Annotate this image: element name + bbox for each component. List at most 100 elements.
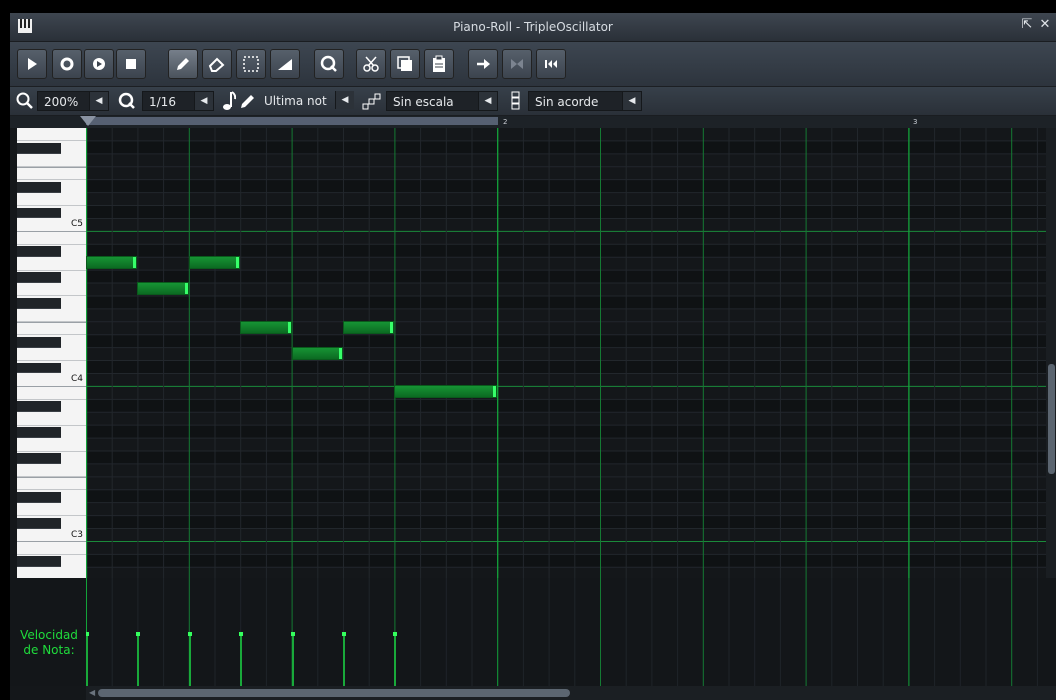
select-mode-button[interactable]	[236, 49, 266, 79]
arrow-right-icon	[477, 59, 490, 69]
quantize-button[interactable]	[314, 49, 344, 79]
black-key[interactable]	[17, 142, 61, 154]
white-key-divider	[17, 515, 86, 517]
black-key-row	[86, 554, 1056, 568]
black-key[interactable]	[17, 453, 61, 464]
velocity-handle[interactable]	[342, 632, 346, 636]
black-key[interactable]	[17, 491, 61, 503]
black-key[interactable]	[17, 517, 61, 529]
note-resize-handle[interactable]	[338, 347, 342, 359]
horizontal-scrollbar[interactable]: ◀	[86, 686, 1056, 700]
close-icon[interactable]: ✕	[1038, 17, 1052, 32]
white-key-divider	[17, 489, 86, 491]
velocity-handle[interactable]	[290, 632, 295, 636]
note[interactable]	[137, 282, 189, 296]
velocity-bar[interactable]	[343, 634, 345, 686]
scale-select[interactable]: Sin escala ◀	[386, 91, 498, 111]
black-key[interactable]	[17, 297, 61, 309]
chevron-left-icon: ◀	[478, 92, 497, 110]
black-key-row	[86, 295, 1056, 309]
black-key[interactable]	[17, 556, 61, 568]
black-key[interactable]	[17, 362, 61, 374]
draw-mode-button[interactable]	[168, 49, 198, 79]
pencil-icon	[177, 58, 189, 70]
horizontal-scrollbar-thumb[interactable]	[98, 689, 570, 697]
velocity-bar[interactable]	[137, 634, 140, 686]
black-key[interactable]	[17, 181, 61, 193]
velocity-handle[interactable]	[136, 632, 141, 636]
black-key[interactable]	[17, 246, 61, 258]
eraser-icon	[208, 57, 225, 72]
velocity-handle[interactable]	[239, 632, 244, 636]
note-grid[interactable]	[86, 128, 1056, 578]
velocity-grid[interactable]	[86, 578, 1056, 686]
title-bar[interactable]: Piano-Roll - TripleOscillator ⇱ ✕	[10, 13, 1056, 42]
stop-behaviour-button[interactable]	[468, 49, 498, 79]
cut-button[interactable]	[356, 49, 386, 79]
velocity-handle[interactable]	[393, 632, 398, 636]
wedge-icon	[278, 59, 292, 70]
note[interactable]	[394, 385, 498, 399]
erase-mode-button[interactable]	[202, 49, 232, 79]
note-resize-handle[interactable]	[236, 257, 240, 269]
restore-icon[interactable]: ⇱	[1020, 17, 1034, 32]
velocity-bar[interactable]	[86, 634, 88, 686]
vertical-scrollbar-thumb[interactable]	[1048, 364, 1055, 474]
note-length-select[interactable]: Ultima not ◀	[258, 91, 354, 111]
zoom-select[interactable]: 200% ◀	[37, 91, 109, 111]
note-resize-handle[interactable]	[390, 321, 394, 333]
quantize-icon	[118, 92, 135, 109]
velocity-handle[interactable]	[86, 632, 89, 636]
quantize-select[interactable]: 1/16 ◀	[142, 91, 214, 111]
white-key-divider	[17, 243, 86, 245]
q-icon	[320, 55, 337, 72]
black-key-row	[86, 515, 1056, 529]
record-button[interactable]	[52, 49, 82, 79]
stop-button[interactable]	[116, 49, 146, 79]
note-resize-handle[interactable]	[133, 257, 137, 269]
play-button[interactable]	[17, 49, 47, 79]
bar-label-2: 2	[503, 118, 508, 126]
black-key[interactable]	[17, 272, 61, 284]
black-key[interactable]	[17, 427, 61, 439]
velocity-grid-lines	[86, 578, 1038, 686]
paste-button[interactable]	[424, 49, 454, 79]
black-key[interactable]	[17, 207, 61, 219]
note[interactable]	[291, 346, 343, 360]
black-key[interactable]	[17, 336, 61, 348]
black-key-row	[86, 489, 1056, 503]
white-key-divider	[17, 424, 86, 426]
record-while-playing-button[interactable]	[84, 49, 114, 79]
chord-select[interactable]: Sin acorde ◀	[528, 91, 642, 111]
velocity-bar[interactable]	[291, 634, 294, 686]
piano-keyboard[interactable]: C5 C4 C3	[17, 128, 86, 578]
scroll-left-icon[interactable]: ◀	[89, 686, 95, 700]
black-key-row	[86, 399, 1056, 413]
chord-icon	[511, 91, 520, 110]
note[interactable]	[343, 320, 395, 334]
note[interactable]	[188, 256, 241, 270]
note-resize-handle[interactable]	[287, 321, 291, 333]
note[interactable]	[240, 320, 292, 334]
black-key-row	[86, 360, 1056, 374]
chevron-left-icon: ◀	[194, 92, 213, 110]
loop-range-bar[interactable]	[86, 117, 498, 125]
copy-button[interactable]	[390, 49, 420, 79]
timeline[interactable]: 2 3	[10, 116, 1056, 128]
velocity-bar[interactable]	[188, 634, 191, 686]
note-resize-handle[interactable]	[184, 283, 188, 295]
back-to-zero-button[interactable]	[536, 49, 566, 79]
velocity-handle[interactable]	[187, 632, 192, 636]
back-to-start-button[interactable]	[502, 49, 532, 79]
black-key[interactable]	[17, 401, 61, 413]
note-resize-handle[interactable]	[493, 386, 497, 398]
white-key-divider	[17, 398, 86, 400]
velocity-bar[interactable]	[394, 634, 397, 686]
velocity-bar[interactable]	[240, 634, 243, 686]
toolbar	[10, 42, 1056, 87]
playhead-marker[interactable]	[80, 116, 96, 126]
pitch-bend-mode-button[interactable]	[270, 49, 300, 79]
vertical-scrollbar[interactable]	[1046, 128, 1056, 578]
white-key-divider	[17, 230, 86, 232]
note[interactable]	[86, 256, 138, 270]
